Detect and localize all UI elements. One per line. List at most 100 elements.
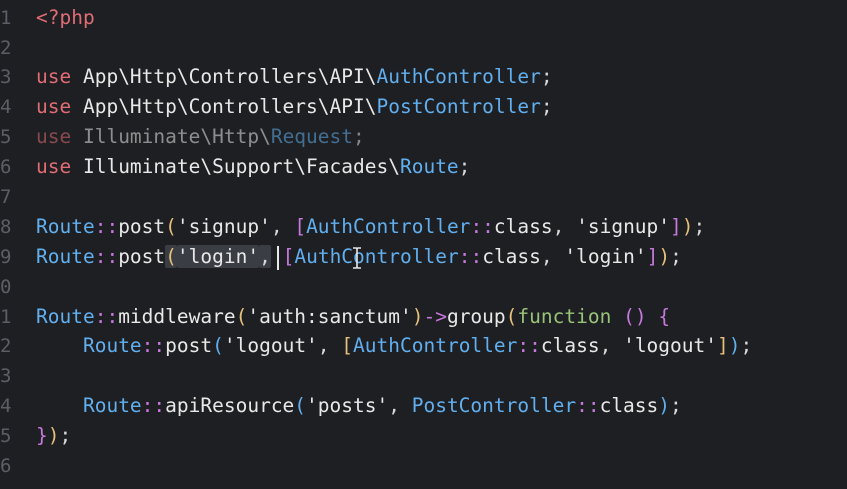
code-token: [ [294,215,307,238]
code-token: 'login' [564,245,647,268]
code-text: use App\Http\Controllers\API\AuthControl… [36,62,553,92]
ibeam-cursor-icon [353,247,361,269]
code-token: use [36,125,72,148]
line-number: 6 [0,156,12,178]
code-token: middleware [118,305,236,328]
code-line[interactable]: 1 <?php [0,3,847,33]
code-token: Route [399,155,459,178]
code-token: Route [82,394,142,417]
code-line[interactable]: 0 [0,272,847,302]
code-token: , [552,215,577,238]
line-number: 1 [0,7,12,29]
code-token: ) [411,305,424,328]
code-token: ) [658,394,671,417]
code-token: class [493,215,553,238]
line-number: 3 [0,365,12,387]
code-token: ] [646,245,659,268]
code-line[interactable]: 2 Route::post('logout', [AuthController:… [0,331,847,361]
code-token: 'logout' [623,334,717,357]
code-token: Route [36,245,95,268]
code-token: :: [141,334,166,357]
code-text: Route::post('signup', [AuthController::c… [36,212,705,242]
code-line[interactable]: 4 use App\Http\Controllers\API\PostContro… [0,92,847,122]
code-token: App\Http\Controllers\API\ [71,95,377,118]
code-token: use [36,95,72,118]
code-line[interactable]: 7 [0,182,847,212]
code-token: ; [540,95,553,118]
code-line[interactable]: 6 [0,451,847,481]
code-token: ; [59,424,72,447]
code-token: :: [576,394,600,417]
code-token: use [36,65,72,88]
code-token: ; [540,65,553,88]
code-token: PostController [411,394,577,417]
code-line[interactable]: 9 Route::post('login', [AuthController::c… [0,242,847,272]
code-token: ] [717,334,729,357]
code-token: Illuminate\Http\ [71,125,271,148]
line-number: 8 [0,216,12,238]
line-number: 5 [0,126,12,148]
code-token: AuthController [353,334,518,357]
code-token: , [317,334,342,357]
code-token: Route [36,305,95,328]
code-line[interactable]: 5}); [0,421,847,451]
code-token: ( [505,305,518,328]
code-token: :: [94,215,119,238]
code-line[interactable]: 5 use Illuminate\Http\Request; [0,122,847,152]
code-line[interactable]: 3 [0,361,847,391]
code-line[interactable]: 2 [0,33,847,63]
code-line[interactable]: 8 Route::post('signup', [AuthController::… [0,212,847,242]
code-token: 'posts' [306,394,389,417]
code-token: Route [82,334,142,357]
code-line[interactable]: 1 Route::middleware('auth:sanctum')->grou… [0,302,847,332]
code-token: :: [94,245,119,268]
code-editor[interactable]: 6 5}); 4 Route::apiResource('posts', PostC… [0,0,847,489]
code-token: class [482,245,541,268]
code-token: ) [728,334,741,357]
code-token: , [388,394,412,417]
code-token: , [540,245,565,268]
code-token: class [599,394,659,417]
code-token: 'logout' [223,334,318,357]
code-token: App\Http\Controllers\API\ [71,65,377,88]
code-token: use [36,155,72,178]
code-token: ( [165,215,177,238]
line-number: 1 [0,306,12,328]
code-token: PostController [376,95,541,118]
code-token: [ [341,334,354,357]
code-token: ; [670,245,682,268]
code-text: use App\Http\Controllers\API\PostControl… [36,92,553,122]
code-token: { [658,305,671,328]
code-text: }); [36,421,71,451]
code-token: ; [670,394,682,417]
code-token: ; [740,334,753,357]
code-line[interactable]: 3 use App\Http\Controllers\API\AuthContro… [0,62,847,92]
code-token: AuthController [376,65,541,88]
code-token: 'signup' [576,215,671,238]
code-token: , [270,215,295,238]
code-token: AuthController [294,245,459,268]
code-token: Request [270,125,354,148]
line-number: 4 [0,96,12,118]
line-number: 2 [0,37,12,59]
code-line[interactable]: 6 use Illuminate\Support\Facades\Route; [0,152,847,182]
code-token: , [259,245,271,268]
code-token: function [517,305,612,328]
code-text: use Illuminate\Support\Facades\Route; [36,152,470,182]
code-token: post [118,245,166,268]
code-line[interactable]: 4 Route::apiResource('posts', PostContro… [0,391,847,421]
code-text: Route::middleware('auth:sanctum')->group… [36,302,670,332]
line-number: 4 [0,395,12,417]
code-text: <?php [36,3,95,33]
code-token: ; [353,125,365,148]
code-token: Illuminate\Support\Facades\ [71,155,400,178]
code-token: AuthController [306,215,471,238]
line-number: 2 [0,335,12,357]
code-text: Route::post('logout', [AuthController::c… [36,331,752,361]
code-token: , [599,334,624,357]
code-token: <?php [36,6,95,29]
code-token: ; [458,155,471,178]
